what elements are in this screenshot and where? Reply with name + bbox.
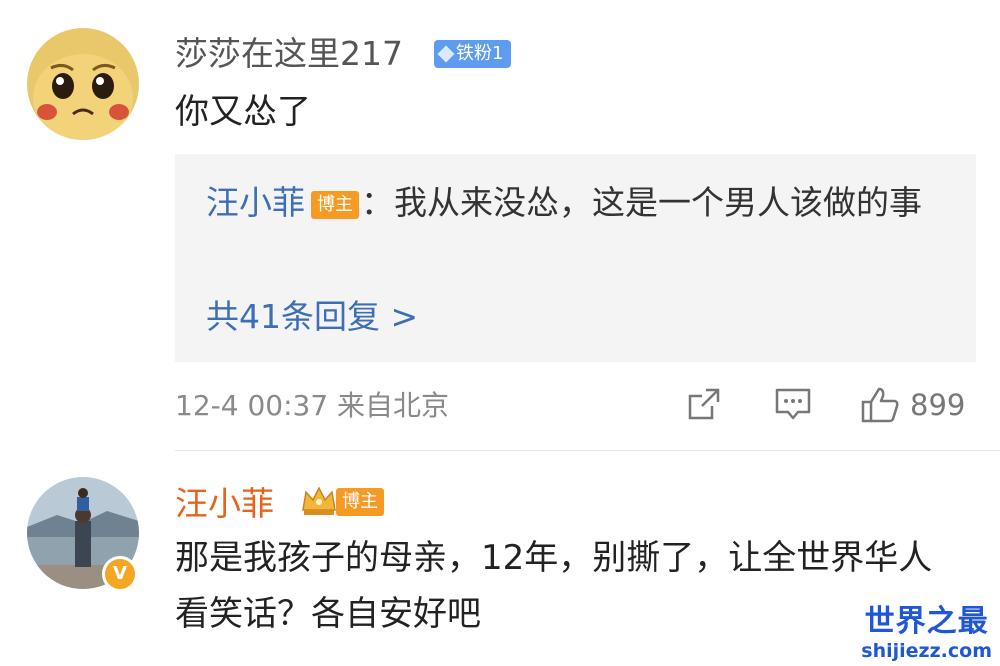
like-icon — [861, 387, 899, 423]
watermark-site: shijiezz.com — [861, 640, 992, 662]
pikachu-avatar-image — [27, 28, 139, 140]
comment-icon — [775, 388, 811, 420]
reply-preview[interactable]: 汪小菲 博主 ：我从来没怂，这是一个男人该做的事 共41条回复 > — [175, 154, 976, 362]
share-icon — [688, 388, 720, 420]
host-badge: 博主 — [336, 488, 384, 516]
comment-meta: 12-4 00:37 来自北京 — [175, 389, 450, 422]
comment-text: 你又怂了 — [175, 92, 311, 132]
username[interactable]: 汪小菲 — [175, 484, 274, 524]
view-replies-link[interactable]: 共41条回复 > — [206, 294, 418, 340]
crown-icon — [300, 484, 338, 518]
like-count: 899 — [910, 388, 966, 422]
share-button[interactable] — [686, 386, 722, 422]
divider — [175, 450, 1000, 451]
avatar[interactable] — [27, 28, 139, 140]
diamond-icon — [437, 45, 455, 63]
verified-icon: V — [102, 556, 138, 592]
comment-button[interactable] — [774, 386, 812, 422]
username[interactable]: 莎莎在这里217 — [175, 34, 403, 74]
comment-text: 那是我孩子的母亲，12年，别撕了，让全世界华人看笑话？各自安好吧 — [175, 538, 933, 634]
reply-author[interactable]: 汪小菲 — [206, 183, 305, 222]
fan-badge[interactable]: 铁粉1 — [434, 40, 512, 68]
fan-badge-label: 铁粉1 — [456, 43, 504, 64]
reply-content: ：我从来没怂，这是一个男人该做的事 — [361, 183, 922, 222]
host-badge: 博主 — [311, 191, 359, 219]
reply-text: 汪小菲 博主 ：我从来没怂，这是一个男人该做的事 — [206, 174, 946, 232]
watermark-title: 世界之最 — [864, 604, 989, 639]
watermark: 世界之最 shijiezz.com — [861, 604, 992, 662]
like-button[interactable]: 899 — [860, 386, 965, 424]
